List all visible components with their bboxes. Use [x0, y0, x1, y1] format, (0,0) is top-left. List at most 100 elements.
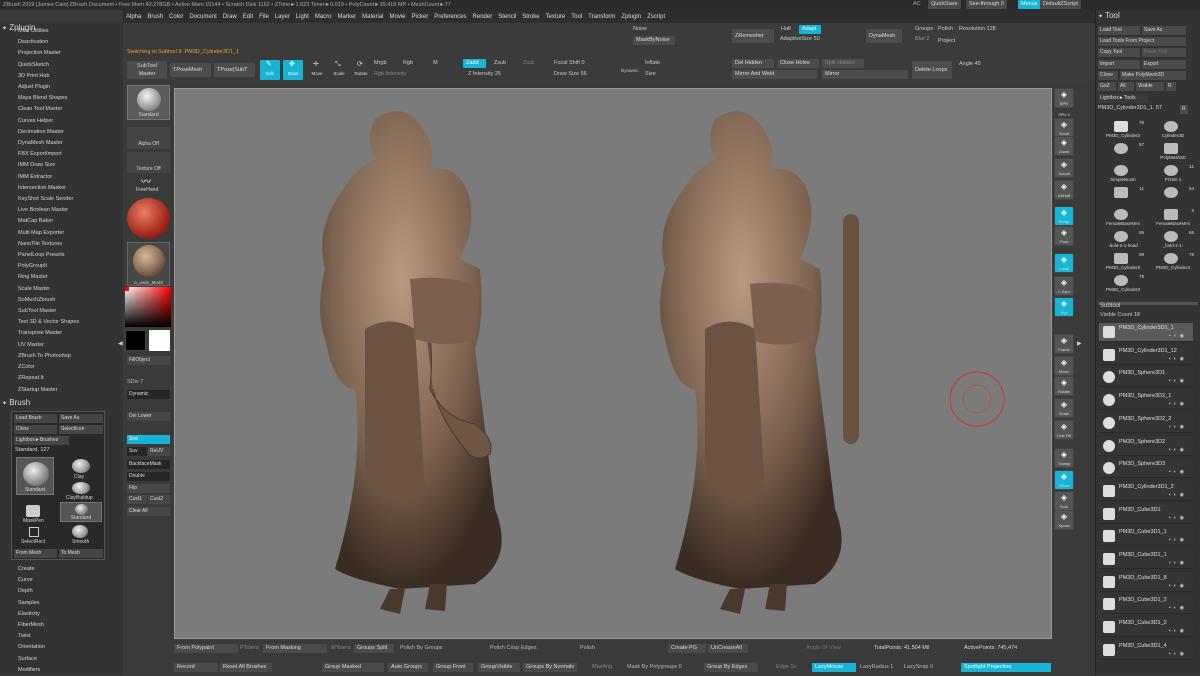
plugin-item[interactable]: Multi Map Exporter: [18, 228, 79, 239]
z-intensity-slider[interactable]: Z Intensity 25: [468, 71, 501, 77]
plugin-item[interactable]: UV Master: [18, 340, 79, 351]
subtool-visibility-icon[interactable]: ▪◐◉: [1169, 378, 1187, 384]
tool-thumb[interactable]: 57: [1100, 142, 1146, 162]
subtool-visibility-icon[interactable]: ▪◐◉: [1169, 628, 1187, 634]
subtool-item[interactable]: PM3D_Cube3D1_1 ▪◐◉: [1099, 527, 1193, 547]
freehand-stroke-icon[interactable]: 〰: [141, 173, 151, 188]
plugin-item[interactable]: ZColor: [18, 362, 79, 373]
adapt-button[interactable]: Adapt: [799, 25, 821, 34]
plugin-item[interactable]: Scale Master: [18, 284, 79, 295]
plugin-item[interactable]: Adjust Plugin: [18, 82, 79, 93]
delete-loops-button[interactable]: Delete Loops: [912, 61, 952, 79]
mirror-and-weld-button[interactable]: Mirror And Weld: [732, 70, 817, 79]
brush-subpalette-item[interactable]: Twist: [18, 631, 45, 642]
subtool-visibility-icon[interactable]: ▪◐◉: [1169, 356, 1187, 362]
plugin-item[interactable]: ZRepeat It: [18, 373, 79, 384]
menu-color[interactable]: Color: [166, 14, 186, 20]
zremesher-button[interactable]: ZRemesher: [732, 29, 774, 43]
subtool-visibility-icon[interactable]: ▪◐◉: [1169, 515, 1187, 521]
dynamic-button[interactable]: Dynamic: [127, 390, 170, 399]
save-as-button[interactable]: Save As: [1142, 26, 1186, 35]
lazy-snap-slider[interactable]: LazySnap 0: [904, 664, 933, 670]
plugin-item[interactable]: MatCap Baker: [18, 216, 79, 227]
subtool-item[interactable]: PM3D_Cube3D1_4 ▪◐◉: [1099, 640, 1193, 660]
subtool-visibility-icon[interactable]: ▪◐◉: [1169, 401, 1187, 407]
subtool-title[interactable]: Subtool: [1100, 303, 1120, 309]
split-hidden-button[interactable]: Split Hidden: [822, 59, 864, 68]
subtool-item[interactable]: PM3D_Cube3D1_8 ▪◐◉: [1099, 572, 1193, 592]
tool-thumb[interactable]: PolyMesh3D: [1150, 142, 1196, 162]
menu-alpha[interactable]: Alpha: [123, 14, 144, 20]
subtool-item[interactable]: PM3D_Cube3D1_2 ▪◐◉: [1099, 618, 1193, 638]
subtool-item[interactable]: PM3D_Cube3D1_2 ▪◐◉: [1099, 595, 1193, 615]
load-brush-button[interactable]: Load Brush: [14, 414, 57, 423]
double-button[interactable]: Double: [127, 472, 170, 481]
group-front-button[interactable]: Group Front: [433, 663, 473, 672]
groups-split-button[interactable]: Groups Split: [354, 644, 394, 653]
polish-crisp-edges-slider[interactable]: Polish Crisp Edges: [490, 645, 536, 651]
brush-subpalette-item[interactable]: Elasticity: [18, 609, 45, 620]
shelf-xpose-button[interactable]: ◈ Xpose: [1054, 510, 1074, 530]
lightbox-brushes-button[interactable]: Lightbox►Brushes: [14, 436, 69, 445]
main-color-swatch[interactable]: [125, 330, 146, 351]
shelf-aahalf-button[interactable]: ◈ AAHalf: [1054, 180, 1074, 200]
subtool-visibility-icon[interactable]: ▪◐◉: [1169, 537, 1187, 543]
plugin-item[interactable]: QuickSketch: [18, 60, 79, 71]
tool-thumb[interactable]: 2 FemaleBaseMes: [1150, 208, 1196, 228]
menu-movie[interactable]: Movie: [387, 14, 409, 20]
mask-by-noise-button[interactable]: MaskByNoise: [633, 36, 675, 45]
document-canvas[interactable]: [174, 88, 1052, 639]
subtool-visibility-icon[interactable]: ▪◐◉: [1169, 583, 1187, 589]
mtolerance-slider[interactable]: MTolera: [331, 645, 351, 651]
mirror-button[interactable]: Mirror: [822, 70, 908, 79]
plugin-item[interactable]: SoMuchZbrush: [18, 295, 79, 306]
select-icon-button[interactable]: SelectIcon: [59, 425, 103, 434]
del-lower-button[interactable]: Del Lower: [127, 412, 170, 421]
tool-thumb[interactable]: Cylinder3D: [1150, 120, 1196, 140]
shelf-persp-button[interactable]: ◈ Persp: [1054, 206, 1074, 226]
maxang-slider[interactable]: MaxAng: [592, 664, 612, 670]
subtool-visibility-icon[interactable]: ▪◐◉: [1169, 605, 1187, 611]
polish-by-groups-slider[interactable]: Polish By Groups: [400, 645, 443, 651]
tool-thumb[interactable]: 76 PM3D_Cylinder3: [1150, 252, 1196, 272]
plugin-item[interactable]: Projection Master: [18, 48, 79, 59]
material-sphere-red[interactable]: [127, 198, 170, 239]
menu-edit[interactable]: Edit: [240, 14, 256, 20]
subtool-visibility-icon[interactable]: ▪◐◉: [1169, 492, 1187, 498]
smt-button[interactable]: Smt: [127, 435, 170, 444]
shelf-local-button[interactable]: ◈ Local: [1054, 253, 1074, 273]
menu-render[interactable]: Render: [470, 14, 496, 20]
menus-toggle[interactable]: Menus: [1018, 0, 1041, 9]
plugin-item[interactable]: DynaMesh Master: [18, 138, 79, 149]
fill-object-button[interactable]: FillObject: [127, 356, 170, 365]
menu-document[interactable]: Document: [186, 14, 219, 20]
uncrease-all-button[interactable]: UnCreaseAll: [708, 644, 748, 653]
plugin-item[interactable]: NanoTile Textures: [18, 239, 79, 250]
subtool-item[interactable]: PM3D_Sphere3D2 ▪◐◉: [1099, 436, 1193, 456]
tool-thumb[interactable]: FemaleBaseMes: [1100, 208, 1146, 228]
menu-brush[interactable]: Brush: [144, 14, 166, 20]
draw-mode-button[interactable]: ✥ Draw: [283, 60, 303, 80]
mrgb-button[interactable]: Mrgb: [374, 60, 387, 66]
reuv-button[interactable]: ReUV: [148, 447, 170, 456]
polish-slider[interactable]: Polish: [580, 645, 595, 651]
plugin-item[interactable]: KeyShot Scale Sender: [18, 194, 79, 205]
clay-brush-icon[interactable]: [72, 459, 90, 473]
subtool-item[interactable]: PM3D_Cylinder3D1_1 ▪◐◉: [1099, 323, 1193, 342]
subtool-item[interactable]: PM3D_Sphere3D1 ▪◐◉: [1099, 368, 1193, 388]
plugin-item[interactable]: PanelLoop Presets: [18, 250, 79, 261]
plugin-item[interactable]: ZBrush To Photoshop: [18, 351, 79, 362]
subtool-master-button[interactable]: SubTool Master: [127, 61, 167, 79]
from-mesh-button[interactable]: From Mesh: [14, 549, 57, 558]
shelf-bpr-button[interactable]: ◈ BPR: [1054, 88, 1074, 108]
shelf-actual-button[interactable]: ◈ Actual: [1054, 158, 1074, 178]
subtool-item[interactable]: PM3D_Sphere3D3 ▪◐◉: [1099, 459, 1193, 479]
r2-button[interactable]: R: [1180, 105, 1188, 114]
load-tool-button[interactable]: Load Tool: [1098, 26, 1140, 35]
plugin-item[interactable]: ZStartup Master: [18, 385, 79, 396]
subtool-item[interactable]: PM3D_Sphere3D2_2 ▪◐◉: [1099, 413, 1193, 433]
plugin-item[interactable]: Deactivation: [18, 37, 79, 48]
plugin-item[interactable]: Maya Blend Shapes: [18, 93, 79, 104]
shelf-ghost-button[interactable]: ◈ Ghost: [1054, 470, 1074, 490]
rotate-mode-button[interactable]: ⟳ Rotate: [351, 60, 371, 80]
